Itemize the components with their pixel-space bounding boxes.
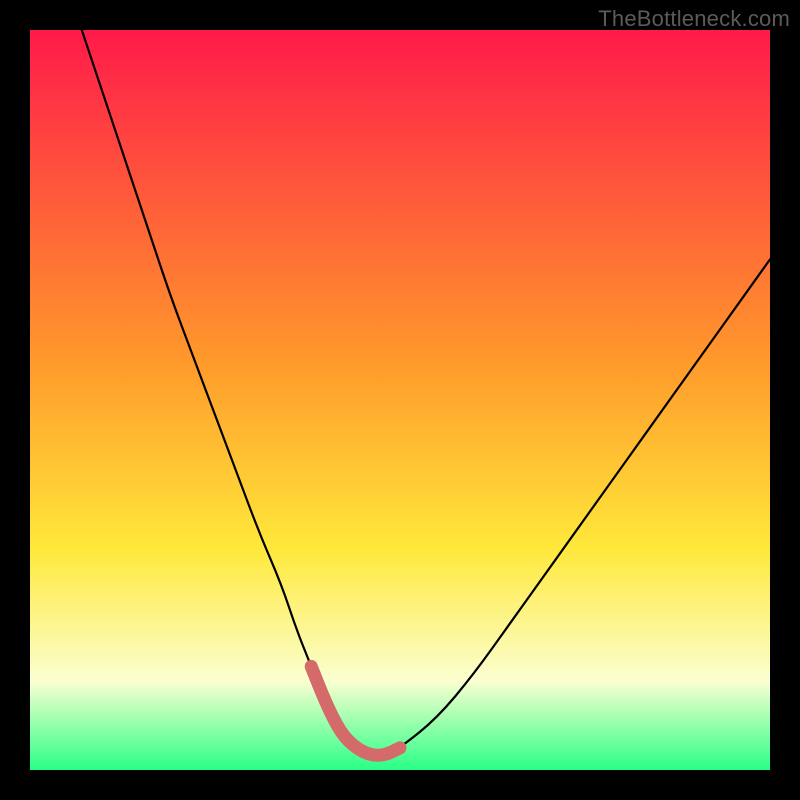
chart-area <box>30 30 770 770</box>
watermark-text: TheBottleneck.com <box>598 6 790 32</box>
outer-frame: TheBottleneck.com <box>0 0 800 800</box>
gradient-rect <box>30 30 770 770</box>
chart-svg <box>30 30 770 770</box>
